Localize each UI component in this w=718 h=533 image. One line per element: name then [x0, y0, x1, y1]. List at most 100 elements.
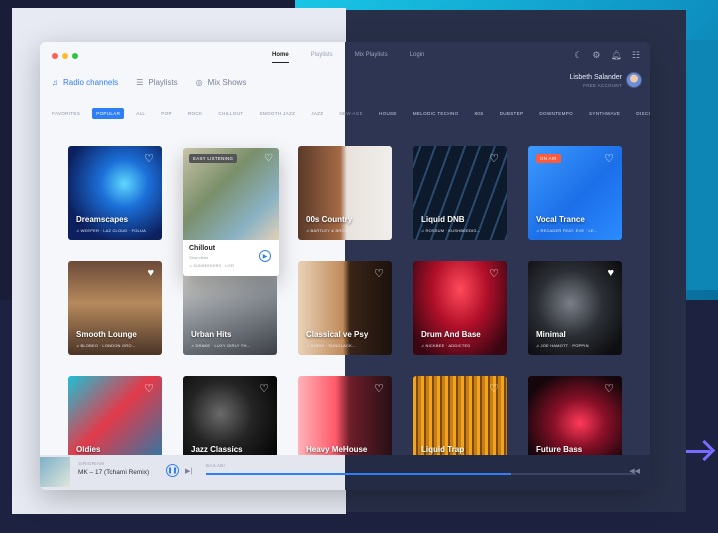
- station-artists: ♫ BARTLEY & BROJECT...: [306, 228, 360, 233]
- heart-icon[interactable]: ♡: [259, 382, 269, 395]
- player-bar: SIRIGRIAM MK – 17 (Tchami Remix) ❚❚ ▶| B…: [40, 455, 650, 490]
- nav-mix-playlists[interactable]: Mix Playlists: [355, 52, 388, 63]
- station-artists: ♫ JOE HAMOTT · POPPIN: [536, 343, 589, 348]
- station-card[interactable]: ♡ Drum And Base ♫ NICKBEE · ADDICTED: [413, 261, 507, 355]
- station-card[interactable]: ♡ Liquid DNB ♫ ROSSUM · KUSHBEEDIG...: [413, 146, 507, 240]
- genre-chip[interactable]: DUBSTEP: [496, 108, 528, 119]
- nav-home[interactable]: Home: [272, 52, 289, 63]
- settings-icon[interactable]: ⚙: [592, 50, 600, 61]
- genre-chip[interactable]: 80S: [471, 108, 488, 119]
- heart-icon[interactable]: ♡: [144, 152, 154, 165]
- genre-chip[interactable]: FAVORITES: [48, 108, 84, 119]
- category-badge: EASY LISTENING: [189, 154, 238, 163]
- genre-chip[interactable]: HOUSE: [375, 108, 401, 119]
- tab-label: Radio channels: [63, 78, 119, 87]
- volume-icon[interactable]: ◀◀: [629, 467, 640, 475]
- app-window: Home Playlists Mix Playlists Login ☾ ⚙ 🔔…: [40, 42, 650, 490]
- station-card[interactable]: ♡ Dreamscapes ♫ WEEPER · LAZ CLOUD · FOL…: [68, 146, 162, 240]
- top-icons: ☾ ⚙ 🔔︎ ☷: [574, 50, 640, 61]
- now-playing-artist: SIRIGRIAM: [78, 461, 105, 466]
- stage: Home Playlists Mix Playlists Login ☾ ⚙ 🔔…: [0, 0, 718, 533]
- station-artists: ♫ DRAKE · LUXY GIRLY TH...: [191, 343, 251, 348]
- genre-chip[interactable]: ROCK: [184, 108, 206, 119]
- play-button[interactable]: ▶: [259, 250, 271, 262]
- genre-chip[interactable]: MELODIC TECHNO: [409, 108, 463, 119]
- genre-chip[interactable]: DOWNTEMPO: [535, 108, 577, 119]
- genre-chip[interactable]: SYNTHWAVE: [585, 108, 624, 119]
- station-card[interactable]: ON AIR ♡ Vocal Trance ♫ RECADER FEAT. EV…: [528, 146, 622, 240]
- station-artists: ♫ WEEPER · LAZ CLOUD · FOLUA: [76, 228, 146, 233]
- station-title: Smooth Lounge: [76, 330, 137, 339]
- heart-icon[interactable]: ♡: [374, 267, 384, 280]
- avatar[interactable]: [626, 72, 642, 88]
- user-name: Lisbeth Salander: [569, 74, 622, 81]
- station-title: Minimal: [536, 330, 566, 339]
- heart-icon[interactable]: ♡: [604, 382, 614, 395]
- station-title: Chillout: [189, 245, 216, 252]
- station-artists: ♫ NICKBEE · ADDICTED: [421, 343, 471, 348]
- heart-icon[interactable]: ♡: [604, 152, 614, 165]
- playback-controls: ❚❚ ▶|: [166, 464, 192, 477]
- bell-icon[interactable]: 🔔︎: [610, 50, 621, 61]
- genre-chip[interactable]: CHILLOUT: [214, 108, 247, 119]
- station-card[interactable]: ♡ Classical ve Psy ♫ DORIS · SUNGLACK...: [298, 261, 392, 355]
- station-title: Oldies: [76, 445, 101, 454]
- heart-icon[interactable]: ♥: [147, 267, 154, 279]
- genre-chip[interactable]: SMOOTH JAZZ: [256, 108, 300, 119]
- genre-chip[interactable]: POP: [157, 108, 176, 119]
- tab-label: Playlists: [148, 78, 178, 87]
- station-artists: ♫ SUNSEEKERS · LOFI: [189, 264, 235, 268]
- user-info[interactable]: Lisbeth Salander FREE ACCOUNT: [569, 74, 622, 88]
- window-controls: [52, 53, 78, 59]
- next-track-icon[interactable]: ▶|: [185, 467, 192, 475]
- tab-label: Mix Shows: [207, 78, 247, 87]
- play-icon: ▶: [262, 253, 268, 260]
- list-icon: ☰: [136, 78, 144, 87]
- station-card[interactable]: ♥ Minimal ♫ JOE HAMOTT · POPPIN: [528, 261, 622, 355]
- genre-chip[interactable]: JAZZ: [307, 108, 327, 119]
- heart-icon[interactable]: ♡: [144, 382, 154, 395]
- genre-chip[interactable]: NEW AGE: [335, 108, 367, 119]
- station-title: Liquid DNB: [421, 215, 465, 224]
- genre-chip[interactable]: ALL: [132, 108, 149, 119]
- grid-icon[interactable]: ☷: [632, 50, 640, 61]
- station-title: Vocal Trance: [536, 215, 585, 224]
- maximize-window-button[interactable]: [72, 53, 78, 59]
- tab-radio-channels[interactable]: ♫ Radio channels: [52, 78, 118, 87]
- heart-icon[interactable]: ♡: [264, 153, 273, 164]
- now-playing-info: SIRIGRIAM MK – 17 (Tchami Remix): [78, 461, 149, 476]
- genre-chip[interactable]: DISCO: [632, 108, 650, 119]
- heart-icon[interactable]: ♡: [489, 152, 499, 165]
- genre-chip[interactable]: POPULAR: [92, 107, 125, 119]
- heart-icon[interactable]: ♥: [607, 267, 614, 279]
- close-window-button[interactable]: [52, 53, 58, 59]
- station-title: Heavy MeHouse: [306, 445, 368, 454]
- heart-icon[interactable]: ♡: [489, 382, 499, 395]
- minimize-window-button[interactable]: [62, 53, 68, 59]
- station-card[interactable]: 00s Country ♫ BARTLEY & BROJECT...: [298, 146, 392, 240]
- tab-playlists[interactable]: ☰ Playlists: [136, 78, 178, 87]
- station-artists: ♫ BLOBEO · LONDON GRO...: [76, 343, 136, 348]
- disc-icon: ◎: [195, 78, 203, 87]
- nav-login[interactable]: Login: [410, 52, 425, 63]
- station-title: Liquid Trap: [421, 445, 465, 454]
- station-title: 00s Country: [306, 215, 353, 224]
- tab-mix-shows[interactable]: ◎ Mix Shows: [196, 78, 247, 87]
- station-card[interactable]: ♥ Smooth Lounge ♫ BLOBEO · LONDON GRO...: [68, 261, 162, 355]
- heart-icon[interactable]: ♡: [489, 267, 499, 280]
- station-title: Jazz Classics: [191, 445, 243, 454]
- now-playing-artwork: [40, 457, 70, 487]
- top-nav: Home Playlists Mix Playlists Login: [272, 52, 424, 63]
- station-title: Drum And Base: [421, 330, 481, 339]
- nav-playlists[interactable]: Playlists: [311, 52, 333, 63]
- pause-icon: ❚❚: [167, 468, 178, 474]
- station-artists: ♫ ROSSUM · KUSHBEEDIG...: [421, 228, 481, 233]
- play-pause-button[interactable]: ❚❚: [166, 464, 179, 477]
- section-tabs: ♫ Radio channels ☰ Playlists ◎ Mix Shows: [52, 78, 246, 87]
- title-bar: Home Playlists Mix Playlists Login ☾ ⚙ 🔔…: [40, 42, 650, 72]
- now-playing-track: MK – 17 (Tchami Remix): [78, 469, 150, 476]
- featured-station-card[interactable]: EASY LISTENING ♡ Chillout Slow vibes ♫ S…: [183, 148, 279, 276]
- moon-icon[interactable]: ☾: [574, 50, 582, 61]
- station-artists: ♫ RECADER FEAT. EVE · LE...: [536, 228, 598, 233]
- heart-icon[interactable]: ♡: [374, 382, 384, 395]
